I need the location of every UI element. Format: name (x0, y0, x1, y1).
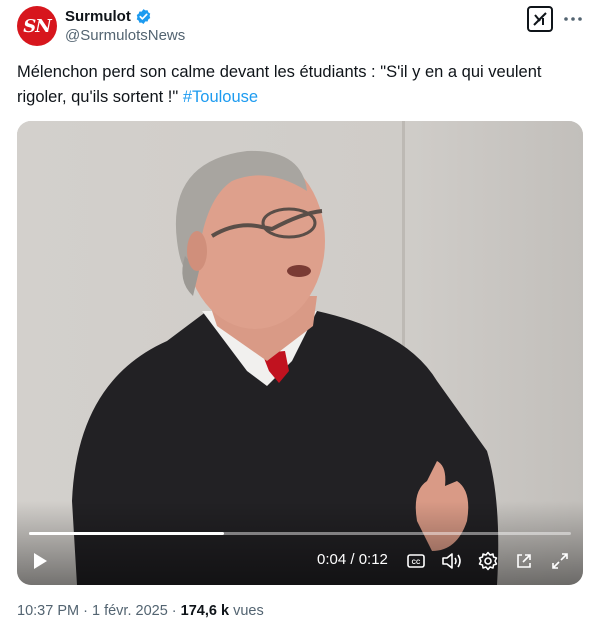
play-button[interactable] (27, 545, 53, 577)
video-frame (17, 121, 583, 585)
tweet-time[interactable]: 10:37 PM (17, 603, 79, 619)
author-name-row: Surmulot (65, 8, 152, 25)
video-player[interactable]: 0:04 / 0:12 CC (17, 121, 583, 585)
meta-separator: · (171, 603, 177, 619)
fullscreen-button[interactable] (548, 545, 572, 577)
more-options-button[interactable] (562, 9, 584, 29)
video-progress-fill (29, 532, 225, 535)
tweet-body: Mélenchon perd son calme devant les étud… (17, 63, 542, 106)
tweet-text: Mélenchon perd son calme devant les étud… (17, 60, 577, 110)
video-time: 0:04 / 0:12 (317, 551, 388, 568)
view-count: 174,6 k (180, 603, 230, 619)
volume-button[interactable] (440, 545, 464, 577)
view-label: vues (233, 603, 264, 619)
play-icon (34, 553, 47, 569)
popout-button[interactable] (513, 545, 535, 577)
author-handle[interactable]: @SurmulotsNews (65, 27, 185, 44)
avatar[interactable]: SN (17, 6, 57, 46)
more-icon (564, 17, 582, 21)
author-name[interactable]: Surmulot (65, 8, 131, 25)
avatar-logo-text: SN (23, 15, 51, 37)
grok-button[interactable] (527, 6, 553, 32)
grok-icon (533, 12, 547, 26)
video-controls: 0:04 / 0:12 CC (17, 545, 583, 577)
meta-separator: · (83, 603, 88, 619)
hashtag-link[interactable]: #Toulouse (183, 88, 258, 106)
volume-icon (442, 553, 461, 569)
settings-icon (478, 551, 498, 571)
svg-text:CC: CC (412, 560, 421, 566)
fullscreen-icon (552, 553, 568, 569)
captions-icon: CC (407, 554, 425, 568)
popout-icon (517, 554, 531, 568)
settings-button[interactable] (477, 545, 499, 577)
tweet-date[interactable]: 1 févr. 2025 (92, 603, 168, 619)
captions-button[interactable]: CC (405, 545, 427, 577)
video-progress-bar[interactable] (29, 532, 571, 535)
tweet-meta: 10:37 PM · 1 févr. 2025 · 174,6 k vues (17, 603, 264, 619)
verified-badge-icon (136, 9, 151, 24)
